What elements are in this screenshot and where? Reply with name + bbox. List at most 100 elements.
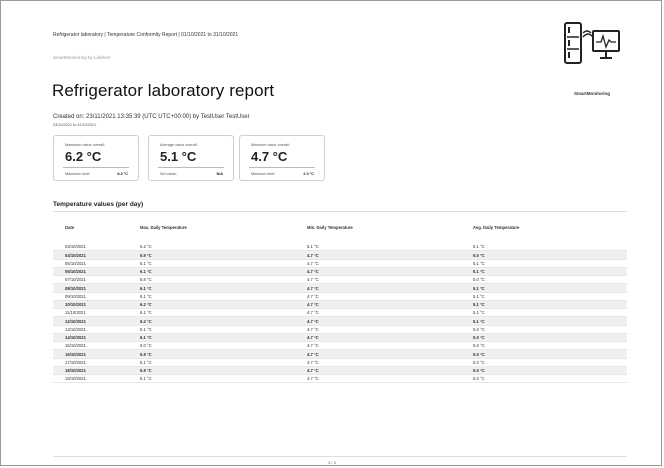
card-label: Average value overall: [160, 143, 198, 147]
cell-min-temp: 4.7 °C [307, 351, 319, 357]
cell-min-temp: 4.7 °C [307, 310, 319, 316]
cell-max-temp: 6.1 °C [140, 269, 152, 275]
cell-max-temp: 6.1 °C [140, 260, 152, 266]
card-limit-value: 8.0 °C [117, 172, 128, 176]
card-label: Minimum value overall: [251, 143, 290, 147]
table-body: 03/10/2021 5.2 °C 5.1 °C 5.1 °C 04/10/2021 5.… [53, 243, 627, 384]
card-limit-value: N/A [216, 172, 223, 176]
page-title: Refrigerator laboratory report [52, 81, 275, 100]
cell-max-temp: 5.9 °C [140, 368, 152, 374]
cell-avg-temp: 5.0 °C [473, 351, 485, 357]
card-limit-label: Minimum limit: [251, 172, 276, 176]
table-section-title: Temperature values (per day) [53, 201, 144, 208]
cell-min-temp: 4.7 °C [307, 252, 319, 258]
cell-date: 13/10/2021 [65, 326, 86, 332]
section-divider [53, 211, 627, 212]
cell-avg-temp: 5.1 °C [473, 318, 485, 324]
table-row: 04/10/2021 5.9 °C 4.7 °C 5.0 °C [53, 251, 627, 260]
cell-date: 16/10/2021 [65, 351, 86, 357]
date-range: 03/10/2021 to 31/10/2021 [53, 123, 97, 127]
cell-min-temp: 4.7 °C [307, 335, 319, 341]
card-value: 4.7 °C [251, 149, 288, 164]
card-label: Maximum value overall: [65, 143, 105, 147]
cell-avg-temp: 5.1 °C [473, 302, 485, 308]
table-row: 17/10/2021 6.1 °C 4.7 °C 5.0 °C [53, 359, 627, 367]
cell-min-temp: 4.7 °C [307, 285, 319, 291]
card-divider [63, 167, 129, 168]
table-header: Date Max. Daily Temperature Min. Daily T… [53, 222, 627, 234]
cell-avg-temp: 5.0 °C [473, 376, 485, 382]
cell-min-temp: 4.7 °C [307, 376, 319, 382]
smartmonitoring-logo-icon [564, 22, 620, 64]
cell-max-temp: 6.1 °C [140, 285, 152, 291]
cell-date: 17/10/2021 [65, 359, 86, 365]
table-row: 14/10/2021 6.1 °C 4.7 °C 5.0 °C [53, 333, 627, 342]
table-row: 11/10/2021 6.1 °C 4.7 °C 5.1 °C [53, 309, 627, 318]
table-row: 05/10/2021 6.1 °C 4.7 °C 5.1 °C [53, 260, 627, 268]
cell-min-temp: 5.1 °C [307, 244, 319, 250]
page-number: 2 / 3 [328, 460, 336, 465]
column-header-avg: Avg. Daily Temperature [473, 225, 520, 230]
card-divider [249, 167, 315, 168]
cell-min-temp: 4.7 °C [307, 293, 319, 299]
cell-avg-temp: 5.0 °C [473, 359, 485, 365]
cell-min-temp: 4.7 °C [307, 368, 319, 374]
table-row: 16/10/2021 5.9 °C 4.7 °C 5.0 °C [53, 350, 627, 359]
table-row: 13/10/2021 6.1 °C 4.7 °C 5.0 °C [53, 326, 627, 334]
cell-avg-temp: 5.1 °C [473, 285, 485, 291]
report-page: Refrigerator laboratory | Temperature Co… [0, 0, 662, 466]
cell-max-temp: 5.9 °C [140, 351, 152, 357]
cell-date: 11/10/2021 [65, 310, 86, 316]
avg-value-card: Average value overall: 5.1 °C Set value:… [148, 135, 234, 181]
card-limit-value: 2.0 °C [303, 172, 314, 176]
column-header-date: Date [65, 225, 75, 230]
table-row: 12/10/2021 6.2 °C 4.7 °C 5.1 °C [53, 317, 627, 326]
cell-avg-temp: 5.1 °C [473, 244, 485, 250]
cell-max-temp: 6.1 °C [140, 376, 152, 382]
cell-date: 12/10/2021 [65, 318, 86, 324]
cell-max-temp: 5.8 °C [140, 277, 152, 283]
table-row: 10/10/2021 6.2 °C 4.7 °C 5.1 °C [53, 300, 627, 309]
cell-avg-temp: 5.1 °C [473, 293, 485, 299]
card-value: 6.2 °C [65, 149, 102, 164]
cell-avg-temp: 5.0 °C [473, 343, 485, 349]
cell-max-temp: 6.2 °C [140, 302, 152, 308]
column-header-min: Min. Daily Temperature [307, 225, 353, 230]
cell-min-temp: 4.7 °C [307, 343, 319, 349]
column-header-max: Max. Daily Temperature [140, 225, 187, 230]
table-row: 06/10/2021 6.1 °C 4.7 °C 5.1 °C [53, 267, 627, 276]
card-divider [158, 167, 224, 168]
cell-min-temp: 4.7 °C [307, 326, 319, 332]
cell-max-temp: 6.2 °C [140, 318, 152, 324]
report-header-subtitle: SmartMonitoring by Liebherr [53, 55, 111, 60]
table-row: 07/10/2021 5.8 °C 4.7 °C 5.0 °C [53, 276, 627, 285]
cell-date: 03/10/2021 [65, 244, 86, 250]
cell-date: 07/10/2021 [65, 277, 86, 283]
cell-min-temp: 4.7 °C [307, 277, 319, 283]
table-row: 03/10/2021 5.2 °C 5.1 °C 5.1 °C [53, 243, 627, 252]
cell-date: 19/10/2021 [65, 376, 86, 382]
table-row: 09/10/2021 6.1 °C 4.7 °C 5.1 °C [53, 293, 627, 301]
cell-avg-temp: 5.0 °C [473, 252, 485, 258]
cell-date: 06/10/2021 [65, 269, 86, 275]
table-row: 18/10/2021 5.9 °C 4.7 °C 5.0 °C [53, 366, 627, 375]
cell-avg-temp: 5.0 °C [473, 277, 485, 283]
cell-date: 04/10/2021 [65, 252, 86, 258]
cell-date: 05/10/2021 [65, 260, 86, 266]
cell-date: 18/10/2021 [65, 368, 86, 374]
cell-min-temp: 4.7 °C [307, 302, 319, 308]
cell-date: 08/10/2021 [65, 285, 86, 291]
cell-max-temp: 6.1 °C [140, 293, 152, 299]
cell-min-temp: 4.7 °C [307, 260, 319, 266]
created-info: Created on: 23/11/2021 13:35:39 (UTC UTC… [53, 114, 250, 120]
cell-max-temp: 6.0 °C [140, 343, 152, 349]
cell-max-temp: 6.1 °C [140, 310, 152, 316]
cell-max-temp: 5.2 °C [140, 244, 152, 250]
cell-min-temp: 4.7 °C [307, 359, 319, 365]
cell-date: 10/10/2021 [65, 302, 86, 308]
table-row: 08/10/2021 6.1 °C 4.7 °C 5.1 °C [53, 284, 627, 293]
footer-divider [53, 456, 627, 457]
cell-max-temp: 5.9 °C [140, 252, 152, 258]
logo-label: SmartMonitoring [574, 91, 610, 96]
cell-date: 09/10/2021 [65, 293, 86, 299]
